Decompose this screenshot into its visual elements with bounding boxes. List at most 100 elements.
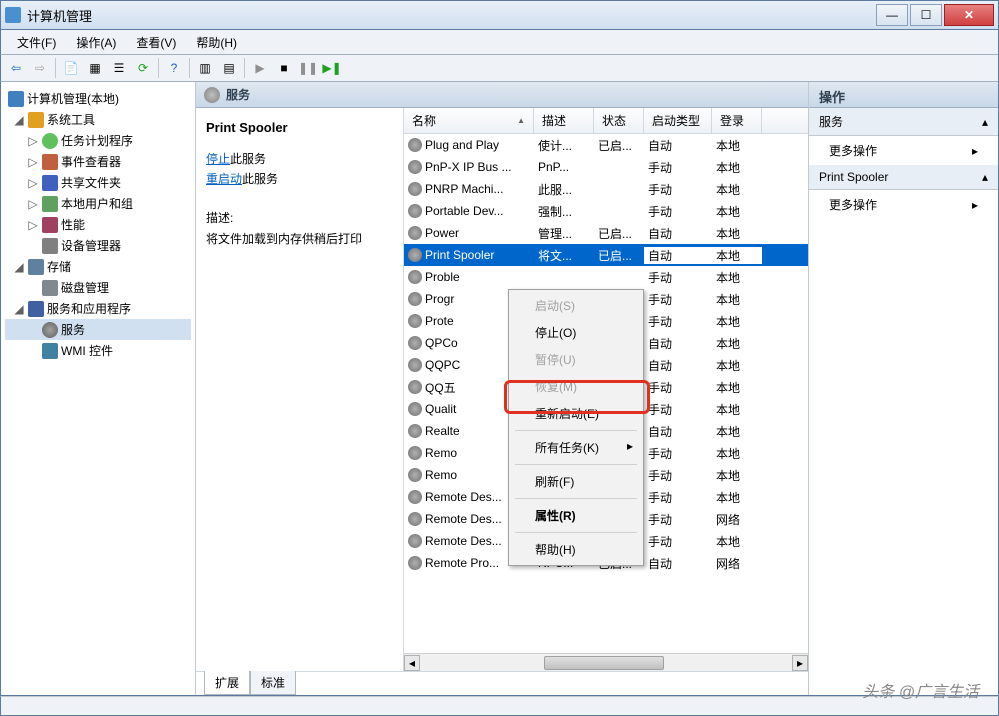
col-name[interactable]: 名称▲ xyxy=(404,108,534,133)
ctx-properties[interactable]: 属性(R) xyxy=(511,502,641,529)
tab-extended[interactable]: 扩展 xyxy=(204,671,250,695)
service-row[interactable]: Print Spooler将文...已启...自动本地 xyxy=(404,244,808,266)
service-row[interactable]: PNRP Machi...此服...手动本地 xyxy=(404,178,808,200)
tree-event-viewer[interactable]: ▷事件查看器 xyxy=(5,151,191,172)
maximize-button[interactable]: ☐ xyxy=(910,4,942,26)
ctx-restart[interactable]: 重新启动(E) xyxy=(511,400,641,427)
middle-header: 服务 xyxy=(196,82,808,108)
export-button[interactable]: ☰ xyxy=(108,57,130,79)
forward-button[interactable]: ⇨ xyxy=(29,57,51,79)
gear-icon xyxy=(408,248,422,262)
tb-btn-b[interactable]: ▤ xyxy=(218,57,240,79)
actions-more-1[interactable]: 更多操作▸ xyxy=(809,136,998,165)
svc-stop-button[interactable]: ■ xyxy=(273,57,295,79)
tree-device-manager[interactable]: 设备管理器 xyxy=(5,235,191,256)
gear-icon xyxy=(408,446,422,460)
tree-disk-management[interactable]: 磁盘管理 xyxy=(5,277,191,298)
list-header: 名称▲ 描述 状态 启动类型 登录 xyxy=(404,108,808,134)
menubar: 文件(F) 操作(A) 查看(V) 帮助(H) xyxy=(0,30,999,54)
close-button[interactable]: ✕ xyxy=(944,4,994,26)
gear-icon xyxy=(408,226,422,240)
col-logon[interactable]: 登录 xyxy=(712,108,762,133)
help-button[interactable]: ? xyxy=(163,57,185,79)
desc-text: 将文件加载到内存供稍后打印 xyxy=(206,230,393,247)
desc-label: 描述: xyxy=(206,209,393,226)
view-tabs: 扩展 标准 xyxy=(196,671,808,695)
menu-action[interactable]: 操作(A) xyxy=(66,31,126,54)
toolbar: ⇦ ⇨ 📄 ▦ ☰ ⟳ ? ▥ ▤ ▶ ■ ❚❚ ▶❚ xyxy=(0,54,999,82)
ctx-refresh[interactable]: 刷新(F) xyxy=(511,468,641,495)
window-title: 计算机管理 xyxy=(27,6,874,25)
menu-file[interactable]: 文件(F) xyxy=(7,31,66,54)
watermark: 头条 @广言生活 xyxy=(862,678,979,702)
gear-icon xyxy=(408,468,422,482)
gear-icon xyxy=(408,534,422,548)
actions-section-services[interactable]: 服务▴ xyxy=(809,108,998,136)
gear-icon xyxy=(408,402,422,416)
gear-icon xyxy=(408,336,422,350)
tree-wmi[interactable]: WMI 控件 xyxy=(5,340,191,361)
svc-pause-button[interactable]: ❚❚ xyxy=(297,57,319,79)
service-row[interactable]: Portable Dev...强制...手动本地 xyxy=(404,200,808,222)
refresh-button[interactable]: ⟳ xyxy=(132,57,154,79)
service-row[interactable]: Proble手动本地 xyxy=(404,266,808,288)
tree-task-scheduler[interactable]: ▷任务计划程序 xyxy=(5,130,191,151)
tb-btn-a[interactable]: ▥ xyxy=(194,57,216,79)
col-status[interactable]: 状态 xyxy=(594,108,644,133)
col-desc[interactable]: 描述 xyxy=(534,108,594,133)
tree-shared-folders[interactable]: ▷共享文件夹 xyxy=(5,172,191,193)
tree-storage[interactable]: ◢存储 xyxy=(5,256,191,277)
menu-view[interactable]: 查看(V) xyxy=(126,31,186,54)
ctx-stop[interactable]: 停止(O) xyxy=(511,319,641,346)
stop-link[interactable]: 停止 xyxy=(206,152,230,166)
ctx-start: 启动(S) xyxy=(511,292,641,319)
tree-services-apps[interactable]: ◢服务和应用程序 xyxy=(5,298,191,319)
up-button[interactable]: 📄 xyxy=(60,57,82,79)
ctx-pause: 暂停(U) xyxy=(511,346,641,373)
service-row[interactable]: Power管理...已启...自动本地 xyxy=(404,222,808,244)
detail-pane: Print Spooler 停止此服务 重启动此服务 描述: 将文件加载到内存供… xyxy=(196,108,404,671)
actions-header: 操作 xyxy=(809,82,998,108)
scroll-thumb[interactable] xyxy=(544,656,664,670)
window-controls: — ☐ ✕ xyxy=(874,4,994,26)
statusbar xyxy=(0,696,999,716)
gear-icon xyxy=(408,204,422,218)
back-button[interactable]: ⇦ xyxy=(5,57,27,79)
tree-root[interactable]: 计算机管理(本地) xyxy=(5,88,191,109)
scroll-left-icon[interactable]: ◂ xyxy=(404,655,420,671)
middle-pane: 服务 Print Spooler 停止此服务 重启动此服务 描述: 将文件加载到… xyxy=(196,82,808,695)
gear-icon xyxy=(408,424,422,438)
tree-system-tools[interactable]: ◢系统工具 xyxy=(5,109,191,130)
detail-service-name: Print Spooler xyxy=(206,120,393,135)
tree-services[interactable]: 服务 xyxy=(5,319,191,340)
gear-icon xyxy=(408,512,422,526)
tree-performance[interactable]: ▷性能 xyxy=(5,214,191,235)
actions-section-selected[interactable]: Print Spooler▴ xyxy=(809,165,998,190)
col-startup[interactable]: 启动类型 xyxy=(644,108,712,133)
h-scrollbar[interactable]: ◂ ▸ xyxy=(404,653,808,671)
svc-start-button[interactable]: ▶ xyxy=(249,57,271,79)
minimize-button[interactable]: — xyxy=(876,4,908,26)
svc-restart-button[interactable]: ▶❚ xyxy=(321,57,343,79)
tree-local-users[interactable]: ▷本地用户和组 xyxy=(5,193,191,214)
gear-icon xyxy=(408,292,422,306)
service-row[interactable]: PnP-X IP Bus ...PnP...手动本地 xyxy=(404,156,808,178)
tree-pane: 计算机管理(本地) ◢系统工具 ▷任务计划程序 ▷事件查看器 ▷共享文件夹 ▷本… xyxy=(1,82,196,695)
props-button[interactable]: ▦ xyxy=(84,57,106,79)
menu-help[interactable]: 帮助(H) xyxy=(186,31,247,54)
gear-icon xyxy=(408,314,422,328)
main-area: 计算机管理(本地) ◢系统工具 ▷任务计划程序 ▷事件查看器 ▷共享文件夹 ▷本… xyxy=(0,82,999,696)
service-row[interactable]: Plug and Play使计...已启...自动本地 xyxy=(404,134,808,156)
tab-standard[interactable]: 标准 xyxy=(250,671,296,695)
gear-icon xyxy=(204,87,220,103)
gear-icon xyxy=(408,182,422,196)
actions-more-2[interactable]: 更多操作▸ xyxy=(809,190,998,219)
scroll-right-icon[interactable]: ▸ xyxy=(792,655,808,671)
ctx-all-tasks[interactable]: 所有任务(K)▸ xyxy=(511,434,641,461)
restart-link[interactable]: 重启动 xyxy=(206,172,242,186)
gear-icon xyxy=(408,160,422,174)
actions-pane: 操作 服务▴ 更多操作▸ Print Spooler▴ 更多操作▸ xyxy=(808,82,998,695)
ctx-help[interactable]: 帮助(H) xyxy=(511,536,641,563)
app-icon xyxy=(5,7,21,23)
context-menu: 启动(S) 停止(O) 暂停(U) 恢复(M) 重新启动(E) 所有任务(K)▸… xyxy=(508,289,644,566)
